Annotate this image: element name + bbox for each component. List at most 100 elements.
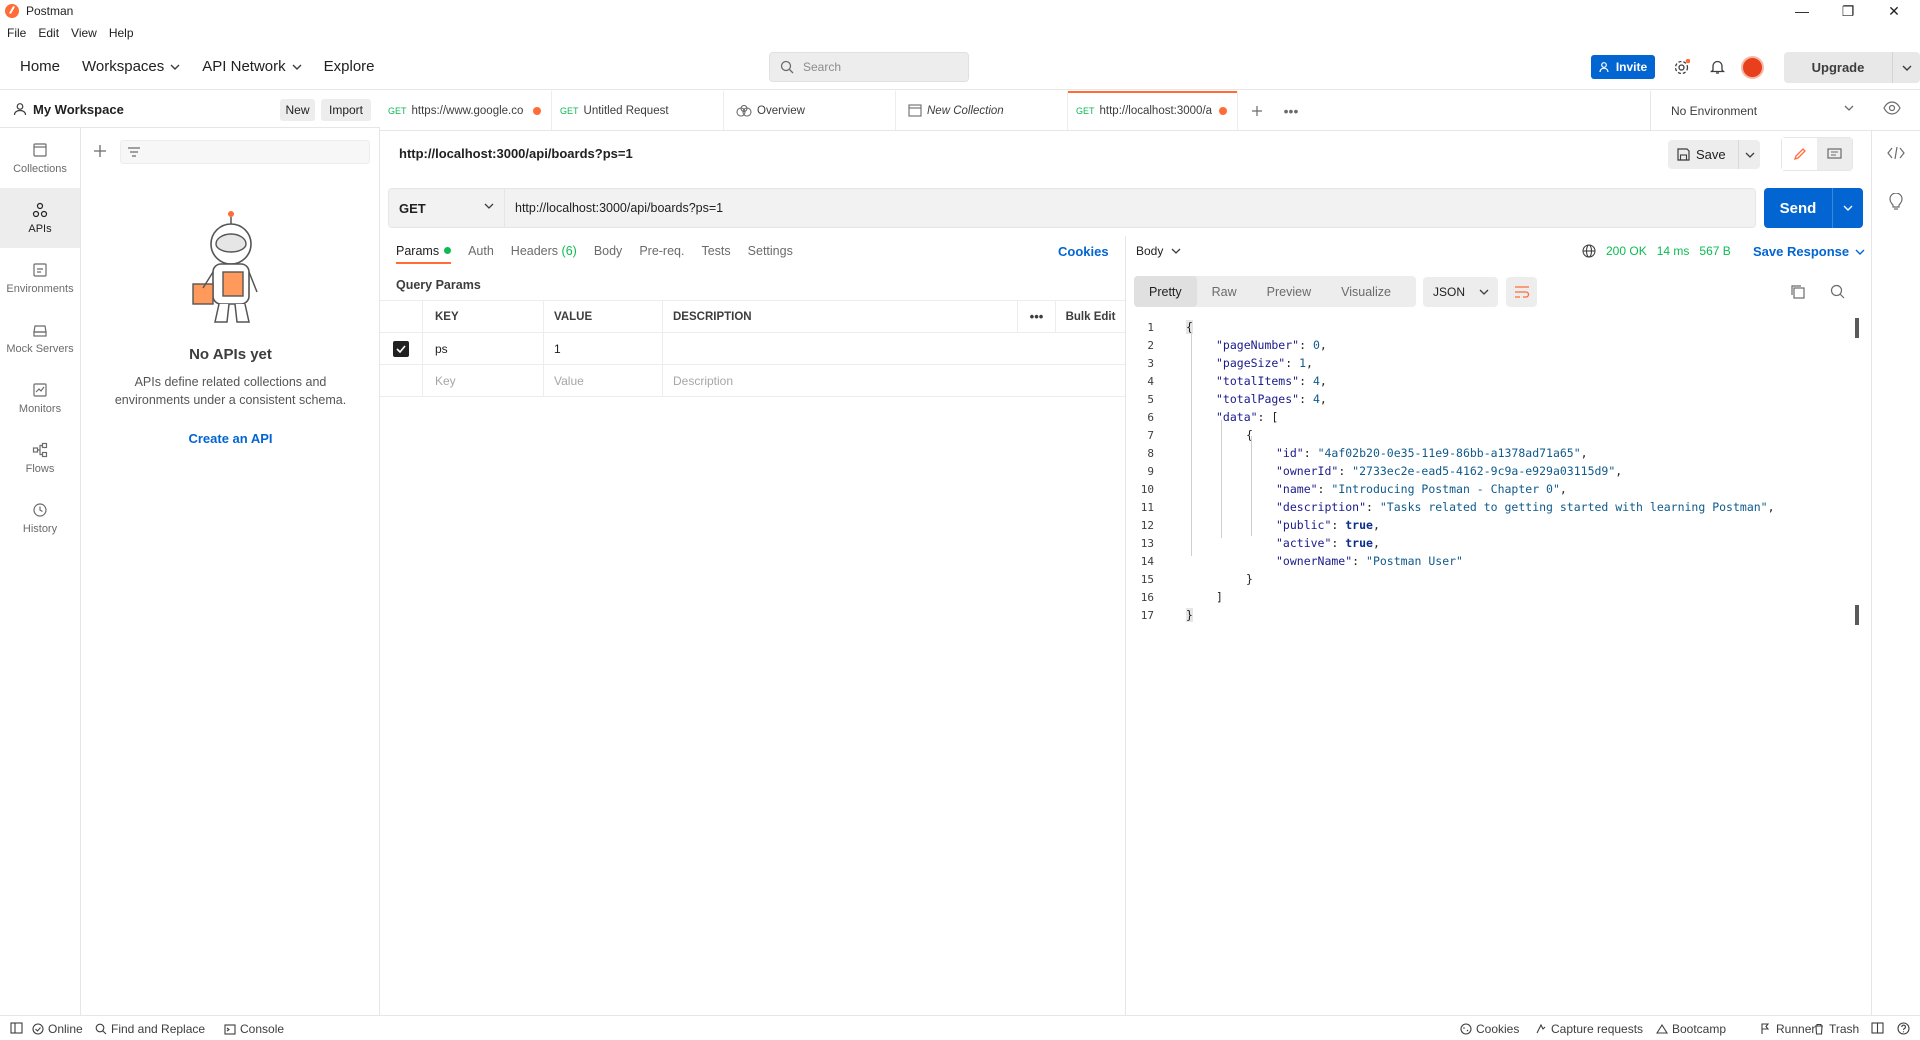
more-options-icon[interactable]: ••• <box>1017 301 1055 332</box>
nav-workspaces[interactable]: Workspaces <box>82 58 180 75</box>
params-active-dot-icon <box>444 247 452 254</box>
send-button[interactable]: Send <box>1764 188 1863 228</box>
online-status[interactable]: Online <box>32 1022 83 1036</box>
sidebar-item-mock-servers[interactable]: Mock Servers <box>0 308 80 368</box>
save-button[interactable]: Save <box>1668 140 1760 169</box>
chevron-down-icon[interactable] <box>1739 152 1760 158</box>
bootcamp-button[interactable]: Bootcamp <box>1656 1022 1726 1036</box>
tab-headers[interactable]: Headers (6) <box>511 244 577 264</box>
response-body-select[interactable]: Body <box>1136 244 1181 258</box>
close-icon[interactable]: ✕ <box>1871 0 1917 22</box>
tab-tests[interactable]: Tests <box>701 244 730 264</box>
description-placeholder[interactable]: Description <box>662 365 1017 396</box>
two-pane-view-icon[interactable] <box>1871 1022 1884 1034</box>
response-time[interactable]: 14 ms <box>1657 244 1690 258</box>
lightbulb-icon[interactable] <box>1889 193 1903 211</box>
find-replace-button[interactable]: Find and Replace <box>95 1022 205 1036</box>
tab-localhost-request[interactable]: GET http://localhost:3000/a <box>1068 91 1238 130</box>
upgrade-button[interactable]: Upgrade <box>1784 52 1920 83</box>
filter-input[interactable] <box>120 140 370 164</box>
scrollbar-thumb[interactable] <box>1855 318 1859 338</box>
copy-icon[interactable] <box>1790 284 1805 299</box>
code-line: 5 "totalPages": 4, <box>1126 390 1846 408</box>
sidebar-item-apis[interactable]: APIs <box>0 188 80 248</box>
format-select[interactable]: JSON <box>1423 277 1498 307</box>
tab-body[interactable]: Body <box>594 244 623 264</box>
tab-preview[interactable]: Preview <box>1252 276 1326 307</box>
tab-raw[interactable]: Raw <box>1197 276 1252 307</box>
request-title[interactable]: http://localhost:3000/api/boards?ps=1 <box>399 146 633 161</box>
response-body-code[interactable]: 1{ 2 "pageNumber": 0, 3 "pageSize": 1, 4 "t… <box>1126 318 1846 624</box>
import-button[interactable]: Import <box>321 99 371 121</box>
more-tabs-icon[interactable]: ••• <box>1276 91 1306 130</box>
response-scrollbar[interactable] <box>1855 318 1859 1006</box>
bulk-edit-button[interactable]: Bulk Edit <box>1055 301 1125 332</box>
nav-explore[interactable]: Explore <box>324 58 375 75</box>
tab-visualize[interactable]: Visualize <box>1326 276 1406 307</box>
user-avatar[interactable] <box>1741 56 1764 79</box>
tab-overview[interactable]: Overview <box>724 91 896 130</box>
restore-icon[interactable]: ❐ <box>1825 0 1871 22</box>
help-icon[interactable] <box>1897 1022 1910 1035</box>
menu-help[interactable]: Help <box>109 26 134 40</box>
sidebar-item-history[interactable]: History <box>0 488 80 548</box>
sidebar-item-flows[interactable]: Flows <box>0 428 80 488</box>
sidebar-item-monitors[interactable]: Monitors <box>0 368 80 428</box>
tab-prereq[interactable]: Pre-req. <box>639 244 684 264</box>
param-key[interactable]: ps <box>422 333 543 364</box>
capture-requests-button[interactable]: Capture requests <box>1535 1022 1643 1036</box>
tab-auth[interactable]: Auth <box>468 244 494 264</box>
chevron-down-icon[interactable] <box>1893 65 1920 71</box>
code-snippet-icon[interactable] <box>1887 147 1905 159</box>
tab-untitled-request[interactable]: GET Untitled Request <box>552 91 724 130</box>
runner-button[interactable]: Runner <box>1760 1022 1815 1036</box>
menu-file[interactable]: File <box>7 26 26 40</box>
save-response-button[interactable]: Save Response <box>1753 244 1865 259</box>
add-tab-icon[interactable] <box>1238 91 1276 130</box>
trash-button[interactable]: Trash <box>1813 1022 1859 1036</box>
environment-quick-look-eye-icon[interactable] <box>1883 101 1901 115</box>
cookies-button[interactable]: Cookies <box>1460 1022 1519 1036</box>
tab-new-collection[interactable]: New Collection <box>896 91 1068 130</box>
edit-pencil-icon[interactable] <box>1782 138 1817 170</box>
cookies-link[interactable]: Cookies <box>1058 244 1109 259</box>
chevron-down-icon[interactable] <box>1833 205 1863 211</box>
new-button[interactable]: New <box>280 99 315 121</box>
environment-selector[interactable]: No Environment <box>1650 91 1862 131</box>
menu-view[interactable]: View <box>71 26 97 40</box>
sidebar-item-environments[interactable]: Environments <box>0 248 80 308</box>
nav-home[interactable]: Home <box>20 58 60 75</box>
tab-google-request[interactable]: GET https://www.google.co <box>380 91 552 130</box>
response-size[interactable]: 567 B <box>1699 244 1730 258</box>
add-icon[interactable] <box>93 144 107 158</box>
row-checkbox[interactable] <box>393 340 409 357</box>
wrap-lines-icon[interactable] <box>1506 277 1537 307</box>
sidebar-item-collections[interactable]: Collections <box>0 128 80 188</box>
status-code[interactable]: 200 OK <box>1606 244 1647 258</box>
upgrade-label: Upgrade <box>1811 60 1865 75</box>
console-button[interactable]: Console <box>224 1022 284 1036</box>
search-input[interactable]: Search <box>769 52 969 82</box>
search-response-icon[interactable] <box>1830 284 1845 299</box>
key-placeholder[interactable]: Key <box>422 365 543 396</box>
globe-icon[interactable] <box>1582 244 1596 258</box>
minimize-icon[interactable]: — <box>1779 0 1825 22</box>
invite-button[interactable]: Invite <box>1591 55 1655 79</box>
settings-gear-icon[interactable] <box>1671 57 1691 77</box>
nav-api-network[interactable]: API Network <box>202 58 302 75</box>
toggle-sidebar-icon[interactable] <box>10 1022 23 1034</box>
cookies-status-label: Cookies <box>1476 1022 1520 1036</box>
param-description[interactable] <box>662 333 1017 364</box>
notification-bell-icon[interactable] <box>1707 57 1727 77</box>
comment-icon[interactable] <box>1817 138 1852 170</box>
tab-pretty[interactable]: Pretty <box>1134 276 1197 307</box>
create-api-link[interactable]: Create an API <box>81 431 380 446</box>
url-input[interactable]: http://localhost:3000/api/boards?ps=1 <box>505 201 723 215</box>
tab-params[interactable]: Params <box>396 244 452 264</box>
value-placeholder[interactable]: Value <box>543 365 662 396</box>
tab-settings[interactable]: Settings <box>748 244 793 264</box>
workspace-name[interactable]: My Workspace <box>33 102 124 117</box>
menu-edit[interactable]: Edit <box>38 26 59 40</box>
param-value[interactable]: 1 <box>543 333 662 364</box>
method-select[interactable]: GET <box>389 189 505 227</box>
